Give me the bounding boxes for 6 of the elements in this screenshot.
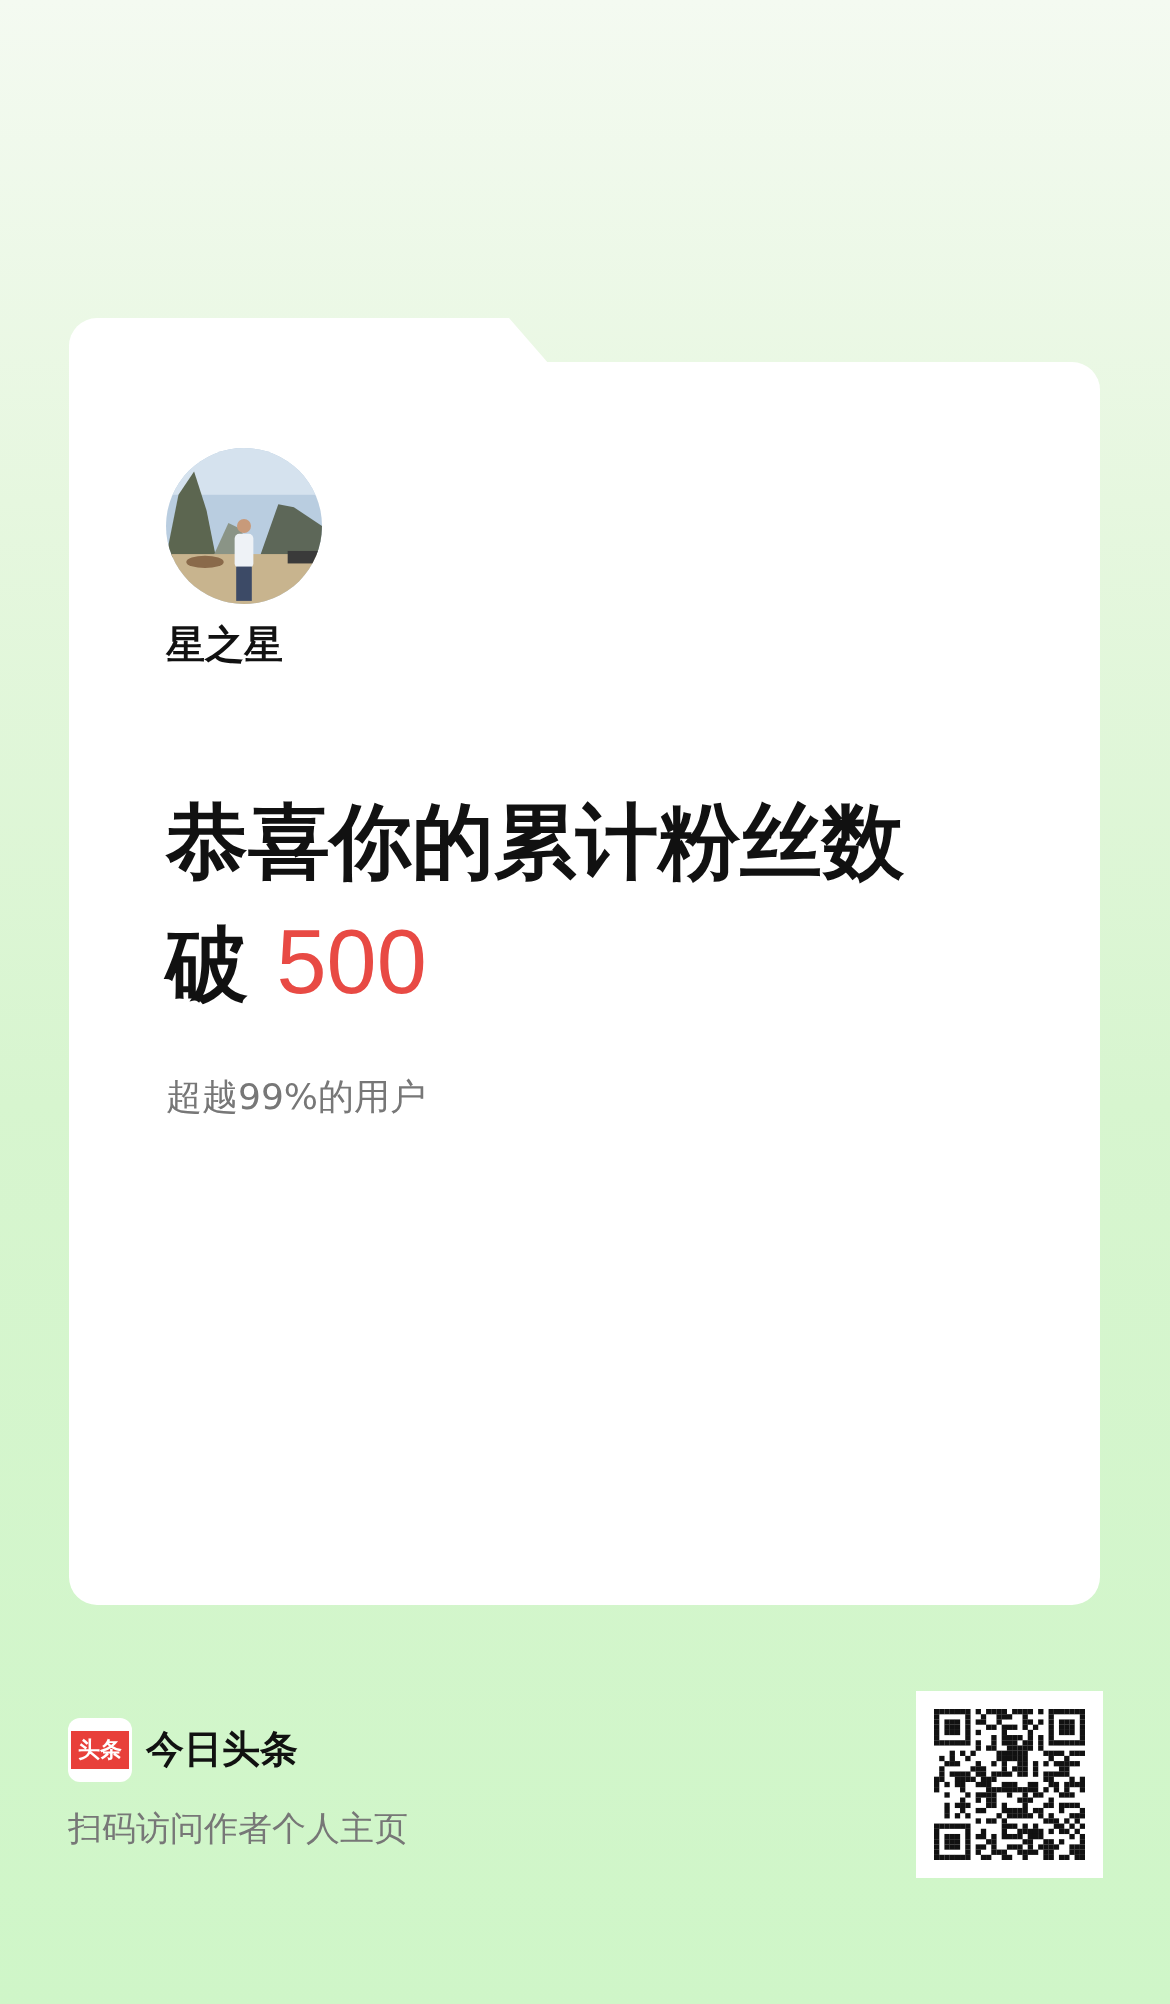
brand-name: 今日头条 <box>146 1726 298 1773</box>
subtitle: 超越99%的用户 <box>166 1075 426 1119</box>
app-logo: 头条 <box>68 1717 132 1782</box>
username: 星之星 <box>166 621 283 669</box>
congrats-heading: 恭喜你的累计粉丝数 破 500 <box>166 793 905 1014</box>
scan-caption: 扫码访问作者个人主页 <box>68 1806 408 1850</box>
